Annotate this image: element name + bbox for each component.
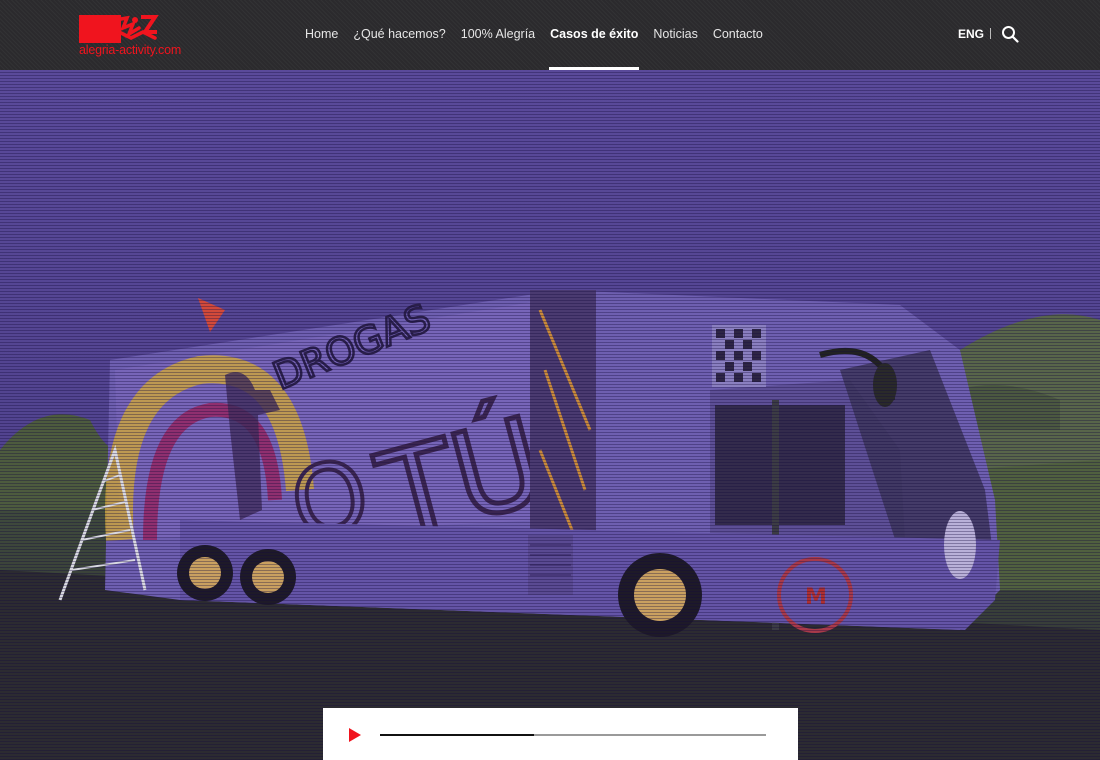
nav-item-contacto[interactable]: Contacto <box>713 0 763 70</box>
nav-item-home[interactable]: Home <box>305 0 338 70</box>
logo[interactable]: alegria-activity.com <box>79 14 189 60</box>
progress-fill <box>380 734 535 736</box>
nav-item-alegria[interactable]: 100% Alegría <box>461 0 535 70</box>
hero-bus-image: DROGAS O TÚ M <box>0 70 1100 760</box>
language-divider <box>990 28 991 39</box>
search-icon[interactable] <box>1001 25 1019 43</box>
nav-item-casos-de-exito[interactable]: Casos de éxito <box>549 0 640 70</box>
logo-mark-icon <box>79 15 159 43</box>
main-nav: Home ¿Qué hacemos? 100% Alegría Casos de… <box>305 0 778 70</box>
progress-track[interactable] <box>380 734 766 736</box>
play-icon[interactable] <box>348 727 362 743</box>
bus-emblem: M <box>805 585 827 610</box>
language-switch[interactable]: ENG <box>958 27 984 41</box>
logo-text: alegria-activity.com <box>79 43 182 57</box>
hero-banner: DROGAS O TÚ M <box>0 70 1100 760</box>
audio-player <box>323 708 798 760</box>
site-header: alegria-activity.com Home ¿Qué hacemos? … <box>0 0 1100 70</box>
nav-item-que-hacemos[interactable]: ¿Qué hacemos? <box>353 0 445 70</box>
nav-item-noticias[interactable]: Noticias <box>653 0 697 70</box>
